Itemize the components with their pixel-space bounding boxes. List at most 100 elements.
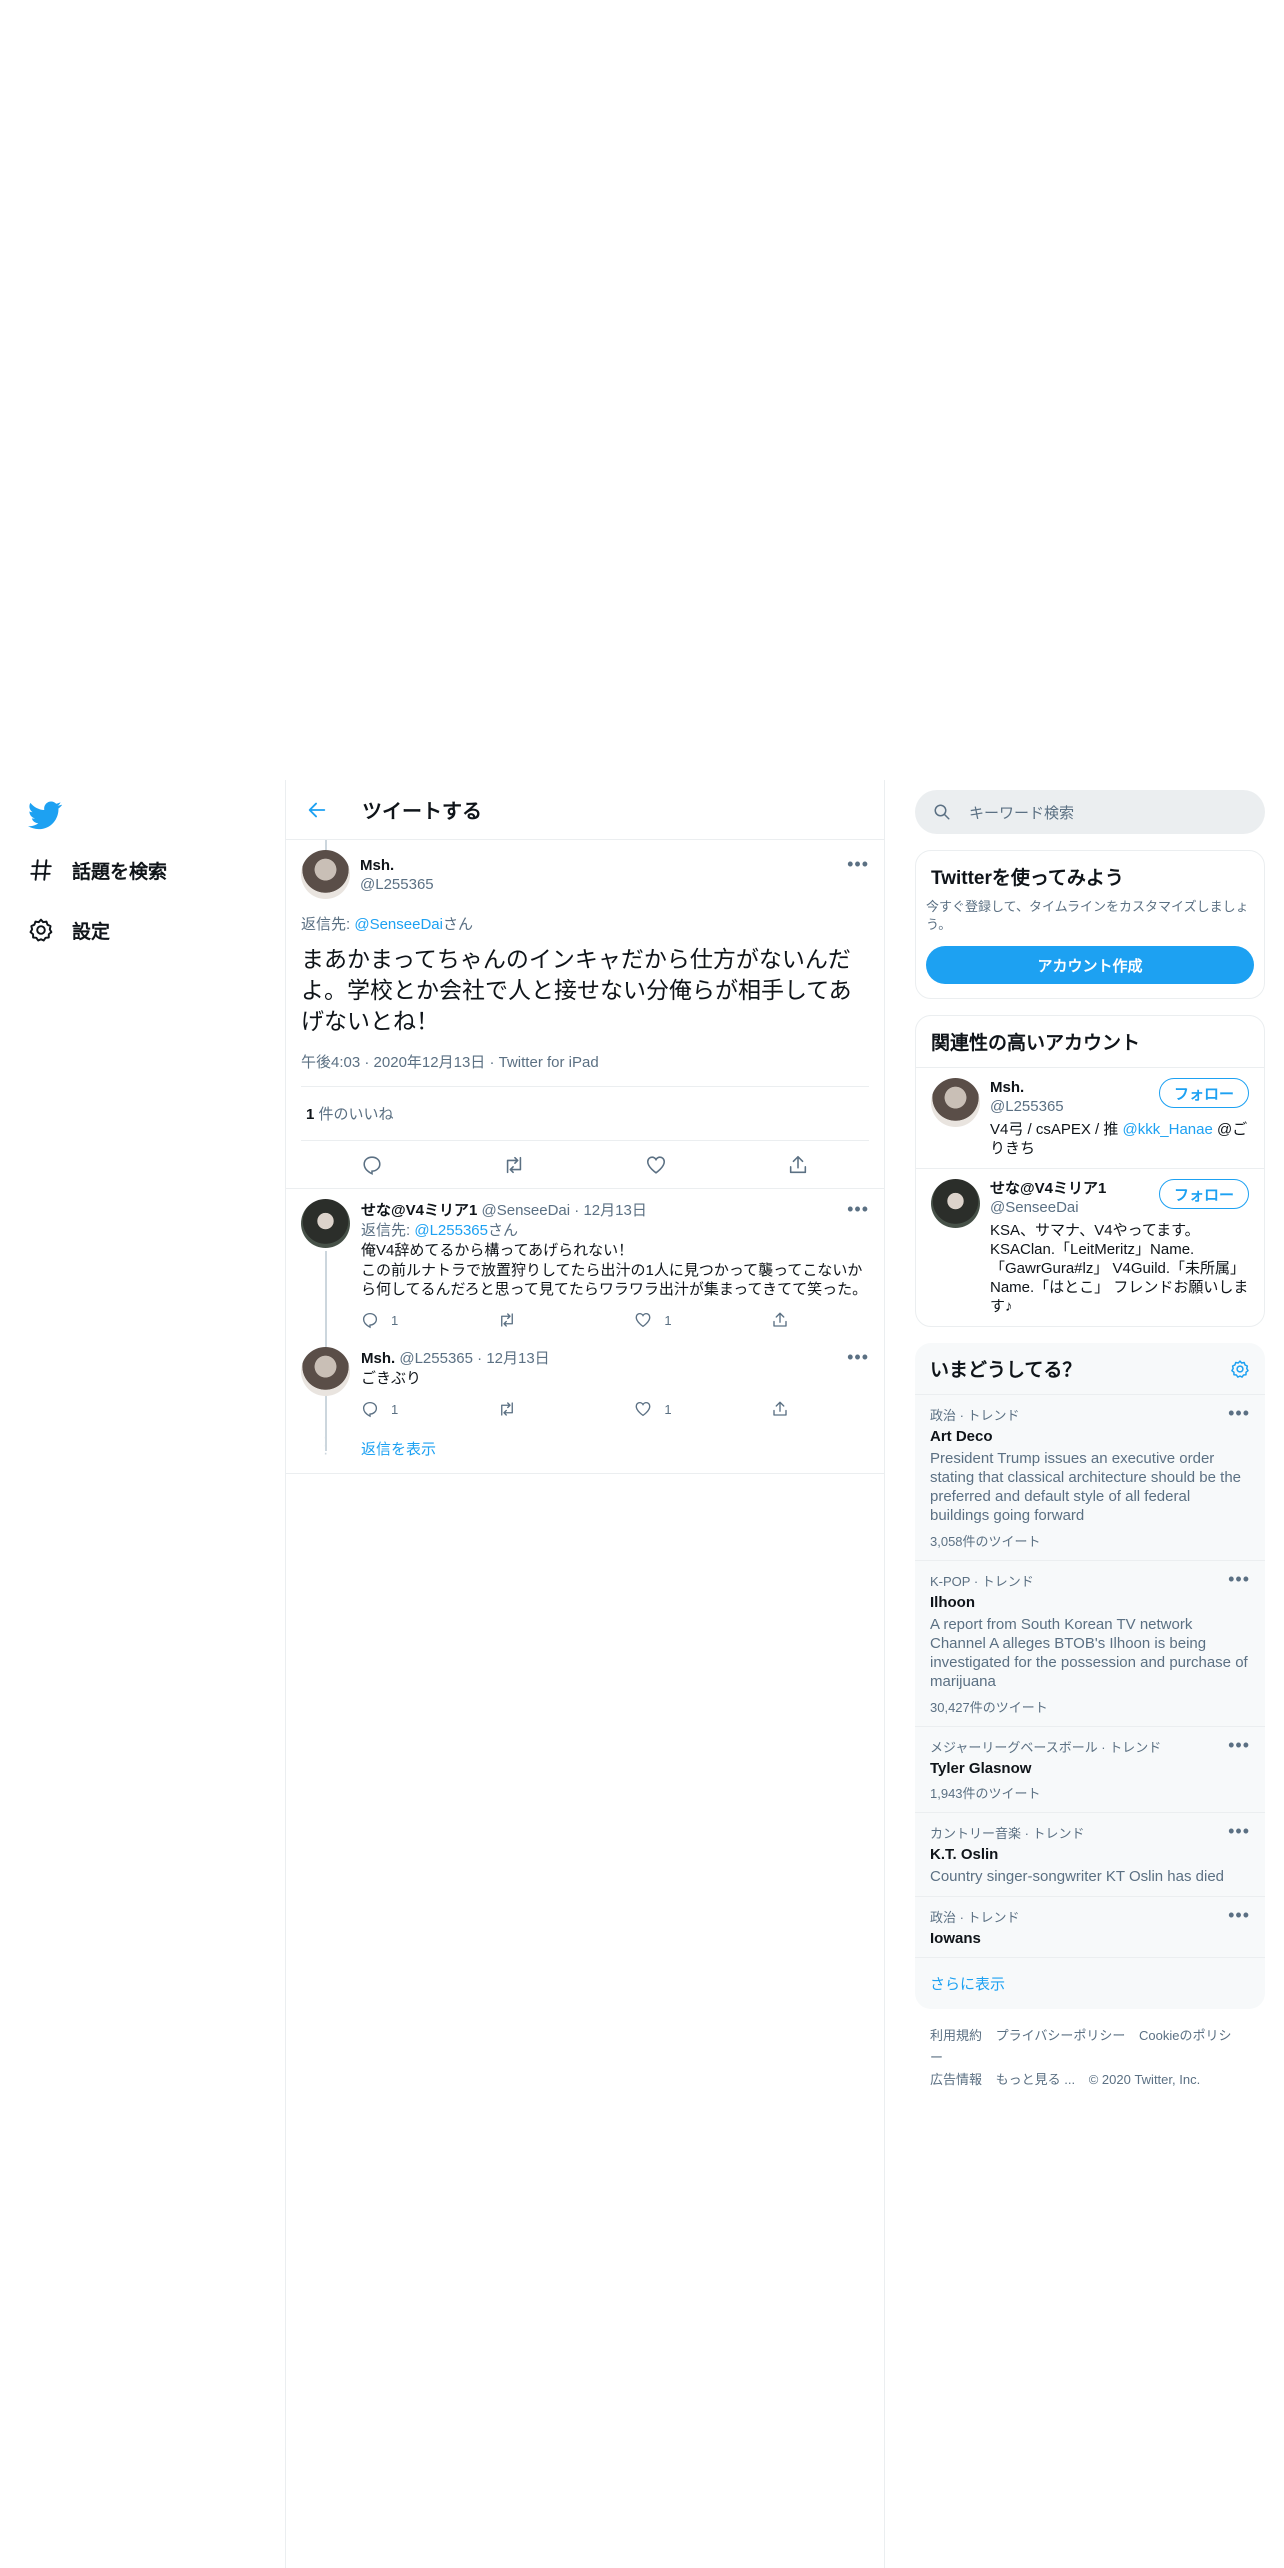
trend-count: 3,058件のツイート	[930, 1534, 1041, 1549]
search-input[interactable]: キーワード検索	[915, 790, 1265, 834]
replying-to: 返信先: @SenseeDaiさん	[301, 913, 869, 934]
footer-privacy-link[interactable]: プライバシーポリシー	[996, 2028, 1126, 2043]
footer-more-link[interactable]: もっと見る ...	[996, 2072, 1075, 2087]
reply-button[interactable]: 1	[361, 1400, 461, 1418]
nav-explore-label: 話題を検索	[72, 861, 168, 883]
more-options-icon[interactable]: •••	[847, 1199, 869, 1220]
author-handle[interactable]: @L255365	[399, 1350, 473, 1367]
reply-icon[interactable]	[361, 1154, 383, 1176]
trend-count: 30,427件のツイート	[930, 1700, 1048, 1715]
reply-tweet[interactable]: ••• Msh. @L255365 · 12月13日 ごきぶり 1 1	[286, 1335, 884, 1424]
reply-to-handle[interactable]: @SenseeDai	[354, 916, 443, 933]
more-options-icon[interactable]: •••	[1228, 1569, 1250, 1590]
account-item[interactable]: せな@V4ミリア1 @SenseeDai KSA、サマナ、V4やってます。KSA…	[916, 1168, 1264, 1326]
retweet-icon	[500, 1313, 513, 1327]
tweet-date[interactable]: 12月13日	[583, 1202, 646, 1219]
like-icon	[635, 1401, 651, 1417]
trend-title: Art Deco	[930, 1428, 993, 1445]
trend-context: 政治 · トレンド	[930, 1408, 1020, 1423]
tweet-actions: 1 1	[361, 1398, 801, 1420]
retweet-button[interactable]	[498, 1311, 598, 1329]
footer-terms-link[interactable]: 利用規約	[930, 2028, 982, 2043]
more-options-icon[interactable]: •••	[1228, 1403, 1250, 1424]
trend-title: Iowans	[930, 1930, 981, 1947]
share-icon	[773, 1312, 787, 1327]
more-options-icon[interactable]: •••	[847, 854, 869, 875]
trend-item[interactable]: ••• 政治 · トレンド Iowans	[915, 1896, 1265, 1957]
column-header: ツイートする	[286, 780, 884, 840]
thread-dots: · · ·	[323, 1429, 329, 1462]
retweet-button[interactable]	[498, 1400, 598, 1418]
gear-icon[interactable]	[1230, 1359, 1250, 1379]
tweet-text-line2: この前ルナトラで放置狩りしてたら出汁の1人に見つかって襲ってこないから何してるん…	[361, 1262, 868, 1298]
tweet-date[interactable]: 2020年12月13日	[374, 1054, 486, 1071]
tweet-text: ごきぶり	[361, 1370, 422, 1387]
avatar[interactable]	[931, 1179, 980, 1228]
share-button[interactable]	[771, 1400, 801, 1418]
avatar[interactable]	[931, 1078, 980, 1127]
follow-button[interactable]: フォロー	[1158, 1179, 1249, 1209]
reply-prefix: 返信先:	[361, 1222, 415, 1239]
tweet-actions	[286, 1141, 884, 1189]
more-options-icon[interactable]: •••	[1228, 1735, 1250, 1756]
likes-summary[interactable]: 1 件のいいね	[301, 1087, 869, 1141]
account-bio: V4弓 / csAPEX / 推 @kkk_Hanae @ごりきち	[990, 1120, 1249, 1158]
footer-copyright: © 2020 Twitter, Inc.	[1088, 2072, 1201, 2087]
show-replies-link[interactable]: · · · 返信を表示	[286, 1424, 884, 1474]
footer-ads-link[interactable]: 広告情報	[930, 2072, 982, 2087]
retweet-icon[interactable]	[503, 1154, 525, 1176]
like-button[interactable]: 1	[634, 1400, 734, 1418]
share-button[interactable]	[771, 1311, 801, 1329]
author-name[interactable]: Msh.	[361, 1350, 395, 1367]
bio-mention[interactable]: @kkk_Hanae	[1123, 1121, 1213, 1138]
back-arrow-icon[interactable]	[306, 799, 328, 821]
more-options-icon[interactable]: •••	[1228, 1905, 1250, 1926]
tweet-actions: 1 1	[361, 1309, 801, 1331]
reply-count: 1	[391, 1312, 399, 1328]
trend-item[interactable]: ••• K-POP · トレンド Ilhoon A report from So…	[915, 1560, 1265, 1726]
show-more-trends-link[interactable]: さらに表示	[915, 1957, 1265, 2009]
tweet-time[interactable]: 午後4:03	[301, 1054, 360, 1071]
right-sidebar: キーワード検索 Twitterを使ってみよう 今すぐ登録して、タイムラインをカス…	[915, 780, 1265, 2107]
author-handle[interactable]: @SenseeDai	[482, 1202, 571, 1219]
signup-card: Twitterを使ってみよう 今すぐ登録して、タイムラインをカスタマイズしましょ…	[915, 850, 1265, 999]
nav-explore[interactable]: 話題を検索	[28, 850, 167, 890]
reply-suffix: さん	[487, 1222, 518, 1239]
relevant-title: 関連性の高いアカウント	[931, 1033, 1141, 1054]
replying-to: 返信先: @L255365さん	[361, 1221, 869, 1240]
avatar[interactable]	[301, 850, 350, 899]
gear-icon	[29, 918, 53, 942]
trend-item[interactable]: ••• メジャーリーグベースボール · トレンド Tyler Glasnow 1…	[915, 1726, 1265, 1812]
follow-button[interactable]: フォロー	[1158, 1078, 1249, 1108]
trend-item[interactable]: ••• カントリー音楽 · トレンド K.T. Oslin Country si…	[915, 1812, 1265, 1896]
more-options-icon[interactable]: •••	[1228, 1821, 1250, 1842]
create-account-button[interactable]: アカウント作成	[926, 946, 1254, 984]
account-bio: KSA、サマナ、V4やってます。KSAClan.「LeitMeritz」Name…	[990, 1222, 1249, 1315]
tweet-date[interactable]: 12月13日	[486, 1350, 549, 1367]
reply-button[interactable]: 1	[361, 1311, 461, 1329]
twitter-logo-icon[interactable]	[28, 798, 62, 832]
share-icon[interactable]	[787, 1154, 809, 1176]
author-handle[interactable]: @L255365	[360, 876, 434, 893]
more-options-icon[interactable]: •••	[847, 1347, 869, 1368]
reply-to-handle[interactable]: @L255365	[414, 1222, 488, 1239]
nav-settings[interactable]: 設定	[28, 910, 110, 950]
account-item[interactable]: Msh. @L255365 V4弓 / csAPEX / 推 @kkk_Hana…	[916, 1067, 1264, 1168]
reply-prefix: 返信先:	[301, 916, 355, 933]
avatar[interactable]	[301, 1199, 350, 1248]
trend-description: President Trump issues an executive orde…	[930, 1450, 1242, 1524]
search-icon	[934, 804, 950, 820]
avatar[interactable]	[301, 1347, 350, 1396]
trend-count: 1,943件のツイート	[930, 1786, 1041, 1801]
reply-tweet[interactable]: ••• せな@V4ミリア1 @SenseeDai · 12月13日 返信先: @…	[286, 1189, 884, 1451]
trend-title: Tyler Glasnow	[930, 1760, 1032, 1777]
like-icon	[635, 1312, 651, 1328]
author-name[interactable]: Msh.	[360, 857, 434, 874]
trends-title: いまどうしてる？	[930, 1360, 1082, 1381]
author-name[interactable]: せな@V4ミリア1	[361, 1202, 477, 1219]
trend-item[interactable]: ••• 政治 · トレンド Art Deco President Trump i…	[915, 1394, 1265, 1560]
like-count: 1	[664, 1312, 672, 1328]
trends-header: いまどうしてる？	[915, 1343, 1265, 1394]
like-button[interactable]: 1	[634, 1311, 734, 1329]
like-icon[interactable]	[645, 1154, 667, 1176]
